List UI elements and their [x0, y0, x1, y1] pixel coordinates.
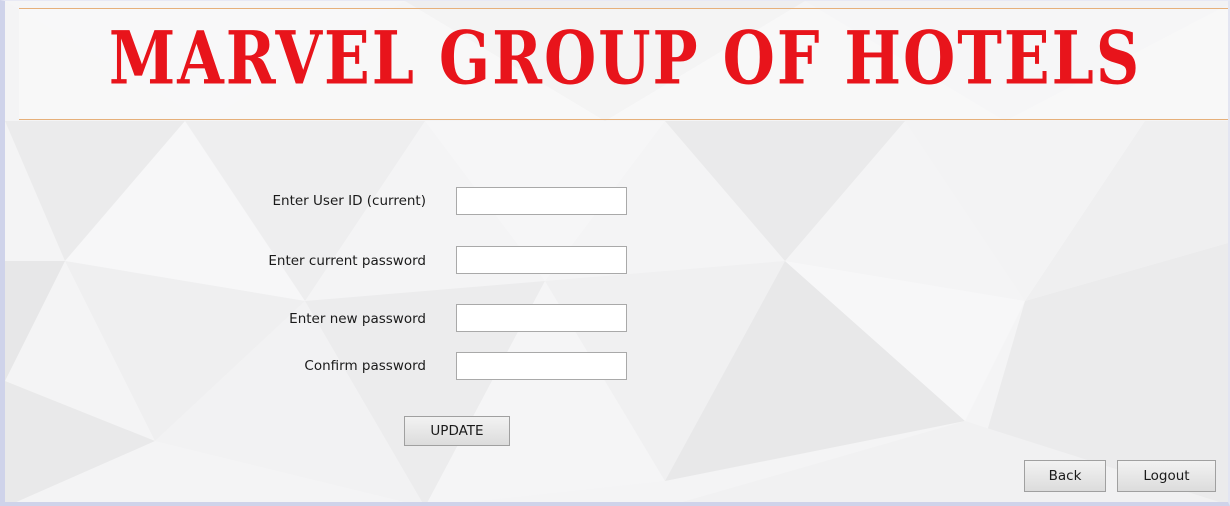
- current-password-input[interactable]: [456, 246, 627, 274]
- header-banner: MARVEL GROUP OF HOTELS: [19, 8, 1228, 120]
- confirm-password-input[interactable]: [456, 352, 627, 380]
- user-id-label: Enter User ID (current): [272, 193, 427, 209]
- new-password-input[interactable]: [456, 304, 627, 332]
- new-password-label: Enter new password: [289, 311, 426, 327]
- change-password-window: MARVEL GROUP OF HOTELS Enter User ID (cu…: [0, 0, 1230, 506]
- update-button[interactable]: UPDATE: [404, 416, 510, 446]
- logout-button[interactable]: Logout: [1117, 460, 1216, 492]
- user-id-input[interactable]: [456, 187, 627, 215]
- hotel-title: MARVEL GROUP OF HOTELS: [108, 16, 1142, 102]
- current-password-label: Enter current password: [268, 253, 426, 269]
- back-button[interactable]: Back: [1024, 460, 1106, 492]
- confirm-password-label: Confirm password: [304, 358, 426, 374]
